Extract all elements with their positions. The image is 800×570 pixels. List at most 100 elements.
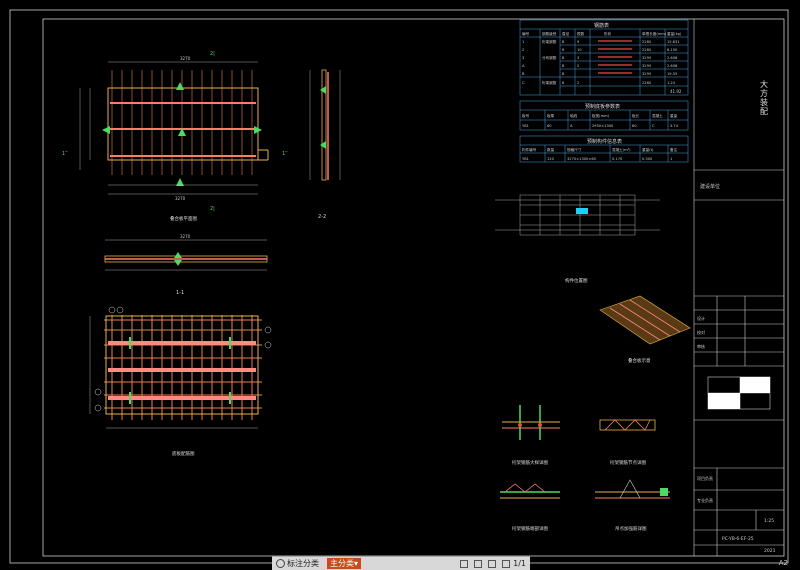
plan-view: 3270 3270 2| 2| 1‾ 1‾ xyxy=(62,51,288,212)
approval-seal-block-2 xyxy=(708,393,740,409)
rebar-table-cell: 19.55 xyxy=(667,72,677,76)
panel-param-header: 板宽(mm) xyxy=(592,113,610,118)
detail-lifting xyxy=(595,479,670,499)
panel-param-header: 板号 xyxy=(522,113,530,118)
rebar-table-total: 41.92 xyxy=(670,89,682,94)
rebar-table-cell: B xyxy=(522,72,525,76)
panel-param-header: 板厚 xyxy=(547,113,555,118)
key-plan-label: 构件位置图 xyxy=(565,277,588,284)
component-info-header: 构件编号 xyxy=(522,147,537,152)
rebar-table-cell: 3295 xyxy=(642,72,651,76)
detail-truss-end xyxy=(500,483,560,499)
rebar-table-cell: A xyxy=(522,64,525,68)
project-label: 建设单位 xyxy=(700,183,720,190)
rebar-shape-marks xyxy=(598,40,632,74)
rebar-table-cell: 3295 xyxy=(642,64,651,68)
rebar-table-cell: 6 xyxy=(562,48,565,52)
fit-icon[interactable] xyxy=(502,559,511,568)
rebar-table-cell: 3295 xyxy=(642,56,651,60)
rebar-table-cell: 2.608 xyxy=(667,56,678,60)
svg-text:3270: 3270 xyxy=(175,196,186,201)
field-check: 校对 xyxy=(697,329,705,335)
inner-frame xyxy=(42,18,785,557)
field-design: 设计 xyxy=(697,315,705,321)
annotation-icon xyxy=(276,559,285,568)
component-info-cell: 1 xyxy=(670,157,672,161)
rebar-table-cell: C xyxy=(522,81,525,85)
rebar-table-cell: 3 xyxy=(522,56,524,60)
drawing-date: 2021 xyxy=(764,548,776,554)
rebar-table-cell: 桁架钢筋 xyxy=(542,80,557,85)
key-plan xyxy=(495,194,660,236)
sheet-scale: 1:25 xyxy=(764,518,774,524)
drawing-number: PC-YB-6-EF-25 xyxy=(722,536,754,542)
component-info-cell: YB1 xyxy=(522,157,529,161)
panel-param-header: 混凝土 xyxy=(652,113,663,118)
svg-text:2|: 2| xyxy=(210,51,215,57)
panel-param-cell: 3.74 xyxy=(670,124,679,128)
company-name: 大方装配 xyxy=(760,79,769,116)
detail-truss-node xyxy=(599,419,656,431)
rebar-table-cell: 2280 xyxy=(642,48,652,52)
detail-4-label: 吊点加强筋详图 xyxy=(615,525,647,532)
chevron-down-icon: ▾ xyxy=(354,559,359,568)
panel-param-cell: A xyxy=(570,124,573,128)
rebar-table-header: 形状 xyxy=(604,31,612,36)
rebar-table-cell: 1.24 xyxy=(667,81,676,85)
rebar-table-cell: 10 xyxy=(577,48,582,52)
rebar-table-cell: 15.631 xyxy=(667,40,680,44)
rebar-table-title: 钢筋表 xyxy=(594,22,609,29)
zoom-out-icon[interactable] xyxy=(460,559,469,568)
viewer-toolbar: 标注分类 主分类 ▾ 1/1 xyxy=(272,556,530,570)
component-info-cell: 120 xyxy=(547,157,555,161)
section-1-1-label: 1-1 xyxy=(176,290,184,296)
sheet-size: A2 xyxy=(778,559,788,567)
rebar-table-cell: 8 xyxy=(562,81,565,85)
field-review: 审核 xyxy=(697,343,705,349)
component-info-title: 预制构件信息表 xyxy=(587,138,622,145)
detail-3-label: 桁架钢筋端部详图 xyxy=(512,525,548,532)
component-info-header: 重量(t) xyxy=(642,147,654,152)
pan-icon[interactable] xyxy=(488,559,497,568)
svg-text:1‾: 1‾ xyxy=(62,151,68,157)
annotation-mode-button[interactable]: 标注分类 xyxy=(272,557,323,570)
panel-param-header: 板长 xyxy=(632,113,640,118)
panel-param-cell: 60 xyxy=(547,124,552,128)
svg-text:2|: 2| xyxy=(210,206,215,212)
rebar-table-cell: 8 xyxy=(562,56,565,60)
rebar-table-header: 编号 xyxy=(522,31,530,36)
rebar-table-cell: 2.608 xyxy=(667,64,678,68)
detail-truss-rebar xyxy=(502,405,560,440)
component-info-header: 规格尺寸 xyxy=(567,147,582,152)
panel-param-header: 轴线 xyxy=(570,113,578,118)
section-2-2-label: 2-2 xyxy=(318,214,326,220)
rebar-table-cell: 1 xyxy=(522,40,524,44)
svg-text:3270: 3270 xyxy=(180,234,191,239)
svg-text:1‾: 1‾ xyxy=(282,151,288,157)
panel-param-cell: YB1 xyxy=(522,124,529,128)
rebar-table-cell: 2 xyxy=(522,48,524,52)
rebar-table-header: 直径 xyxy=(562,31,570,36)
rebar-table-cell: 3 xyxy=(577,56,579,60)
layer-dropdown-label: 主分类 xyxy=(330,559,354,568)
layer-dropdown[interactable]: 主分类 ▾ xyxy=(327,558,362,569)
zoom-in-icon[interactable] xyxy=(474,559,483,568)
rebar-table-header: 单根长度(mm) xyxy=(642,31,667,36)
rebar-table-cell: 8 xyxy=(562,64,565,68)
panel-param-title: 预制底板参数表 xyxy=(585,103,620,110)
rebar-table-cell: 8 xyxy=(562,72,565,76)
rebar-table-cell: 8 xyxy=(562,40,565,44)
rebar-table-cell: 分布钢筋 xyxy=(542,55,557,60)
rebar-layout-view xyxy=(89,306,272,429)
panel-param-header: 重量 xyxy=(670,113,678,118)
rebar-table-cell: 2 xyxy=(577,64,579,68)
component-info-header: 混凝土(m³) xyxy=(612,147,631,152)
panel-param-cell: 60 xyxy=(632,124,637,128)
component-info-cell: 3270×1300×60 xyxy=(567,157,597,161)
cad-drawing-canvas[interactable]: 大方装配 建设单位 设计 校对 审核 项目负责 专业负责 1:25 PC-YB-… xyxy=(0,0,800,569)
component-info-cell: 0.170 xyxy=(612,157,623,161)
rebar-table-cell: 2280 xyxy=(642,40,652,44)
component-info-header: 数量 xyxy=(547,147,555,152)
rebar-table-header: 钢筋级别 xyxy=(542,31,557,36)
rebar-table-cell: 2280 xyxy=(642,81,652,85)
